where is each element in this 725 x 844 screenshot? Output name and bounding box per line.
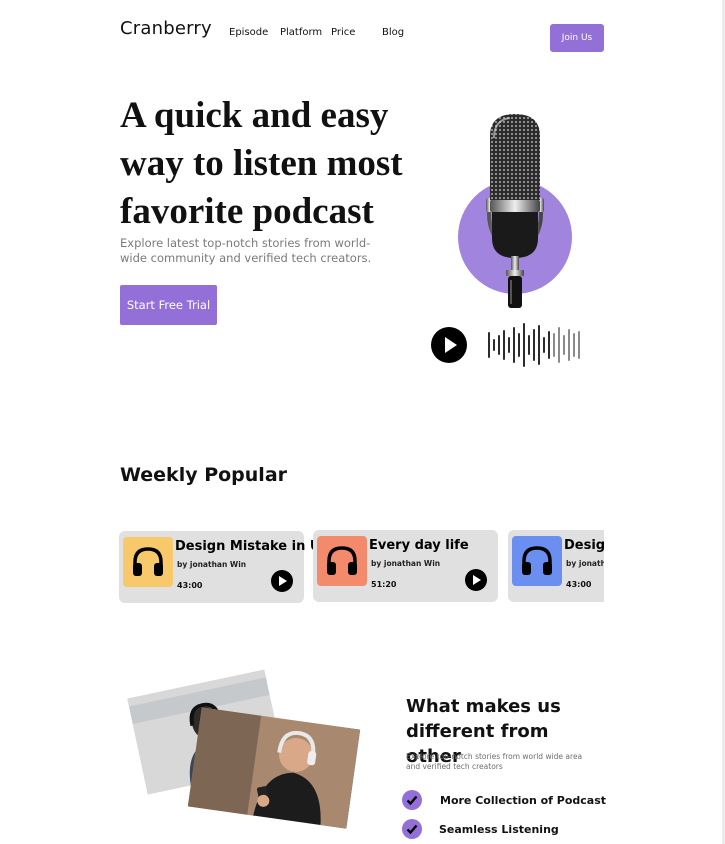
nav-platform[interactable]: Platform — [280, 27, 322, 38]
hero-subtitle: Explore latest top-notch stories from wo… — [120, 236, 372, 265]
listener-photo-front — [187, 707, 361, 829]
audio-waveform-icon — [488, 323, 580, 367]
nav-price[interactable]: Price — [331, 27, 355, 38]
podcast-author: by jonathan Win — [177, 560, 247, 569]
podcast-duration: 51:20 — [371, 580, 397, 589]
hero-play-button[interactable] — [431, 327, 467, 363]
check-icon — [402, 819, 422, 839]
card-play-button[interactable] — [465, 569, 487, 591]
different-subtitle: Explore top-notch stories from world wid… — [406, 752, 583, 771]
podcast-carousel[interactable]: Design Mistake in UI by jonathan Win 43:… — [119, 529, 604, 605]
feature-item: Seamless Listening — [439, 823, 559, 836]
microphone-image — [486, 114, 544, 308]
nav-blog[interactable]: Blog — [382, 27, 404, 38]
hero-title-line: A quick and easy — [120, 95, 389, 136]
podcast-author: by jonathan Win — [371, 559, 441, 568]
headphones-icon — [327, 546, 357, 575]
hero-title-line: favorite podcast — [120, 191, 374, 232]
podcast-title: Design Mistake in UI — [175, 539, 326, 554]
podcast-card[interactable]: Design Mistake in UI by jonathan Win 43:… — [119, 531, 325, 603]
feature-item: More Collection of Podcast — [440, 794, 607, 807]
podcast-author: by jonathan Win — [566, 559, 604, 568]
logo[interactable]: Cranberry — [120, 18, 212, 39]
podcast-thumbnail — [512, 536, 562, 586]
podcast-duration: 43:00 — [566, 580, 592, 589]
card-play-button[interactable] — [271, 570, 293, 592]
podcast-card[interactable]: Design Mistake in UI by jonathan Win 43:… — [508, 530, 604, 602]
nav-episode[interactable]: Episode — [229, 27, 268, 38]
podcast-card[interactable]: Every day life by jonathan Win 51:20 — [313, 530, 498, 602]
podcast-title: Design Mistake in UI — [564, 538, 604, 553]
weekly-popular-title: Weekly Popular — [120, 464, 288, 486]
podcast-thumbnail — [317, 536, 367, 586]
start-free-trial-button[interactable]: Start Free Trial — [120, 285, 217, 325]
headphones-icon — [133, 547, 163, 576]
headphones-icon — [522, 546, 552, 575]
podcast-title: Every day life — [369, 538, 469, 553]
podcast-thumbnail — [123, 537, 173, 587]
podcast-duration: 43:00 — [177, 581, 203, 590]
check-icon — [402, 790, 422, 810]
hero-title: A quick and easy way to listen most favo… — [120, 92, 410, 236]
hero-title-line: way to listen most — [120, 143, 403, 184]
join-us-button[interactable]: Join Us — [550, 24, 604, 52]
